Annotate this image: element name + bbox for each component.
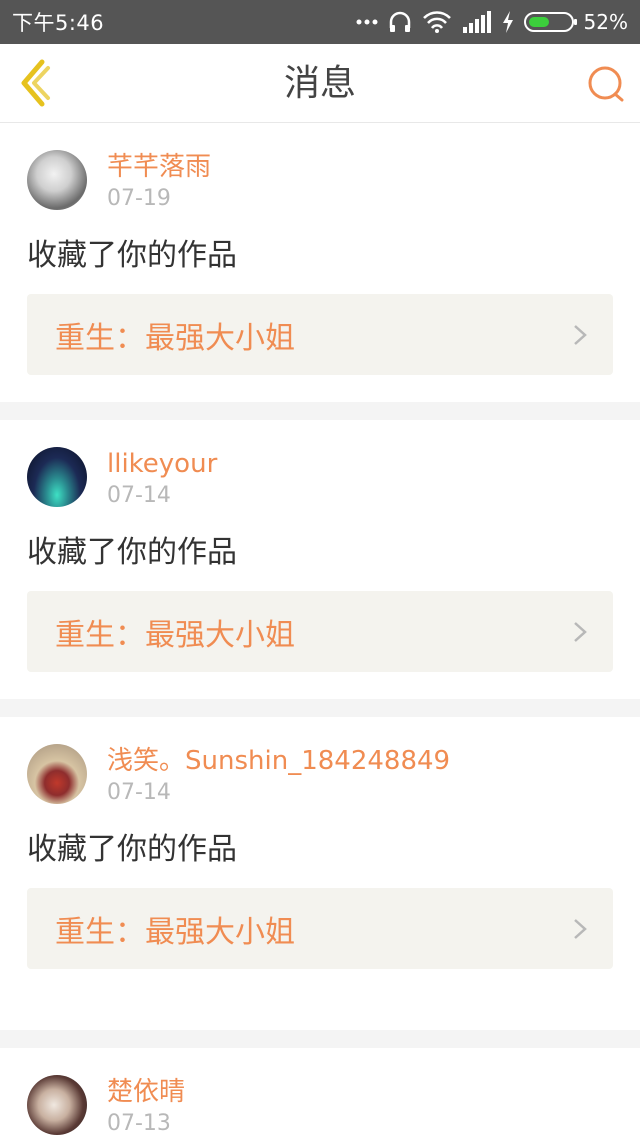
divider xyxy=(0,402,640,420)
action-text: 收藏了你的作品 xyxy=(27,238,237,273)
message-item: llikeyour 07-14 收藏了你的作品 重生：最强大小姐 xyxy=(0,420,640,699)
status-icons: 52% xyxy=(356,10,628,34)
username[interactable]: 浅笑。Sunshin_184248849 xyxy=(107,744,553,778)
header: 消息 xyxy=(0,44,640,123)
avatar[interactable] xyxy=(27,150,87,210)
more-dots-icon xyxy=(356,19,378,25)
avatar[interactable] xyxy=(27,1075,87,1135)
chevron-right-icon xyxy=(574,919,587,939)
date: 07-13 xyxy=(107,1111,171,1136)
message-item: 楚依晴 07-13 xyxy=(0,1048,640,1138)
date: 07-14 xyxy=(107,780,171,805)
status-bar: 下午5:46 52% xyxy=(0,0,640,44)
divider xyxy=(0,699,640,717)
signal-icon xyxy=(462,11,492,33)
chevron-right-icon xyxy=(574,325,587,345)
search-icon xyxy=(588,66,624,102)
page-title: 消息 xyxy=(283,63,356,104)
search-button[interactable] xyxy=(586,64,626,104)
headphones-icon xyxy=(388,10,412,34)
date: 07-19 xyxy=(107,186,171,211)
work-link[interactable]: 重生：最强大小姐 xyxy=(27,591,613,672)
work-link[interactable]: 重生：最强大小姐 xyxy=(27,294,613,375)
avatar[interactable] xyxy=(27,744,87,804)
action-text: 收藏了你的作品 xyxy=(27,832,237,867)
work-title: 重生：最强大小姐 xyxy=(55,914,295,950)
date: 07-14 xyxy=(107,483,171,508)
status-time: 下午5:46 xyxy=(12,11,105,35)
username[interactable]: 芊芊落雨 xyxy=(107,150,613,184)
action-text: 收藏了你的作品 xyxy=(27,535,237,570)
wifi-icon xyxy=(422,10,452,34)
battery-percent: 52% xyxy=(583,10,628,34)
work-link[interactable]: 重生：最强大小姐 xyxy=(27,888,613,969)
divider xyxy=(0,1030,640,1048)
battery-icon xyxy=(523,12,577,32)
chevron-right-icon xyxy=(574,622,587,642)
username[interactable]: 楚依晴 xyxy=(107,1075,613,1109)
username[interactable]: llikeyour xyxy=(107,447,613,481)
message-list: 芊芊落雨 07-19 收藏了你的作品 重生：最强大小姐 llikeyour 07… xyxy=(0,123,640,1138)
message-item: 浅笑。Sunshin_184248849 07-14 收藏了你的作品 重生：最强… xyxy=(0,717,640,1030)
work-title: 重生：最强大小姐 xyxy=(55,320,295,356)
avatar[interactable] xyxy=(27,447,87,507)
work-title: 重生：最强大小姐 xyxy=(55,617,295,653)
message-item: 芊芊落雨 07-19 收藏了你的作品 重生：最强大小姐 xyxy=(0,123,640,402)
charging-icon xyxy=(502,11,514,33)
